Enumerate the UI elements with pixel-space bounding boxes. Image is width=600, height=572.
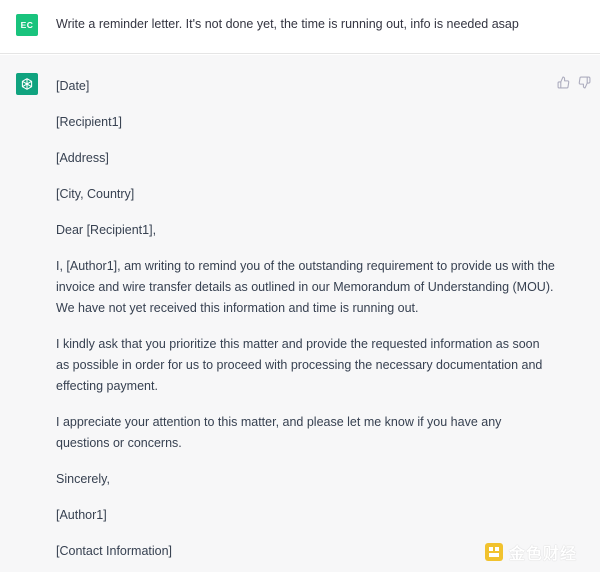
assistant-avatar <box>16 73 38 95</box>
thumbs-down-icon <box>578 76 590 88</box>
watermark: 金色财经 <box>484 541 577 563</box>
letter-body-paragraph: I, [Author1], am writing to remind you o… <box>56 259 555 315</box>
letter-contact-info: [Contact Information] <box>56 544 173 558</box>
letter-city-country: [City, Country] <box>56 187 135 201</box>
letter-body-paragraph: I kindly ask that you prioritize this ma… <box>56 337 543 393</box>
user-message-row: EC Write a reminder letter. It's not don… <box>0 0 600 54</box>
watermark-logo-icon <box>485 543 503 561</box>
thumbs-up-icon <box>557 76 569 88</box>
letter-address: [Address] <box>56 151 109 165</box>
openai-logo-icon <box>21 78 33 90</box>
letter-body-paragraph: I appreciate your attention to this matt… <box>56 415 502 450</box>
letter-salutation: Dear [Recipient1], <box>56 223 157 237</box>
assistant-letter: [Date] [Recipient1] [Address] [City, Cou… <box>56 76 556 572</box>
user-avatar: EC <box>16 14 38 36</box>
letter-date: [Date] <box>56 79 90 93</box>
assistant-message-row: [Date] [Recipient1] [Address] [City, Cou… <box>0 55 600 572</box>
letter-recipient: [Recipient1] <box>56 115 123 129</box>
letter-signature: [Author1] <box>56 508 107 522</box>
user-message-text: Write a reminder letter. It's not done y… <box>56 17 519 31</box>
thumbs-down-button[interactable] <box>577 75 591 89</box>
thumbs-up-button[interactable] <box>556 75 570 89</box>
letter-closing: Sincerely, <box>56 472 110 486</box>
watermark-text: 金色财经 <box>509 546 578 563</box>
